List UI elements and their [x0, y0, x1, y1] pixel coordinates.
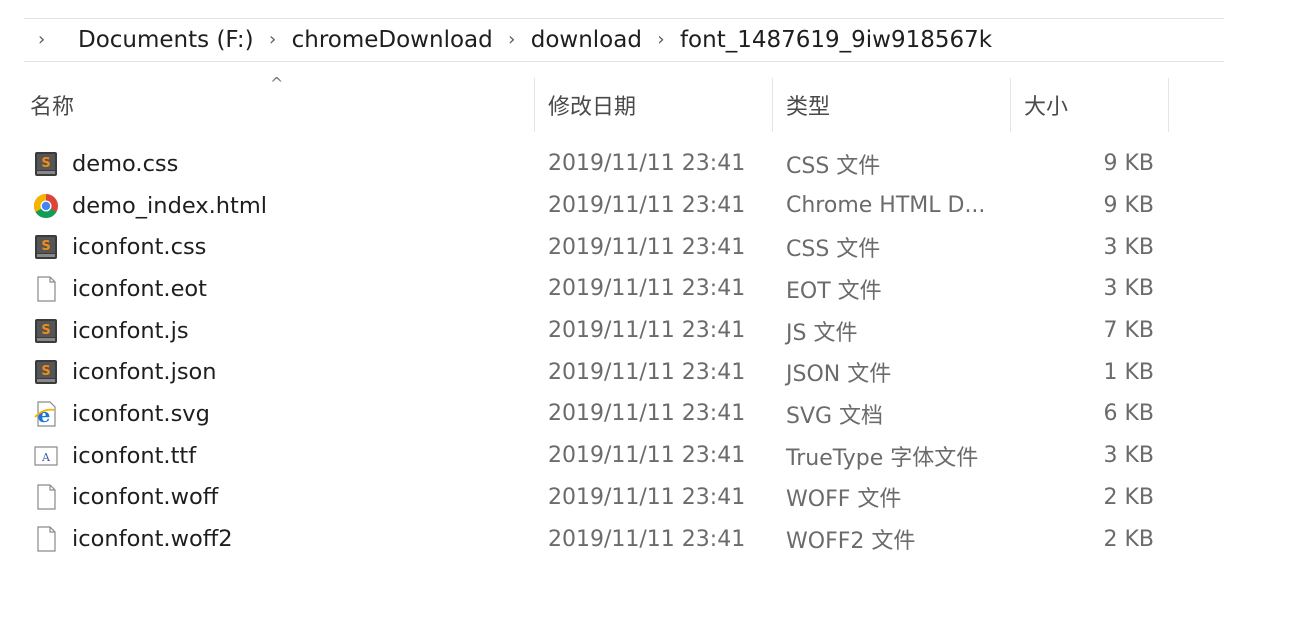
file-name: iconfont.svg	[72, 400, 210, 427]
file-row[interactable]: A iconfont.ttf 2019/11/11 23:41 TrueType…	[24, 435, 1174, 477]
column-divider[interactable]	[1168, 78, 1169, 132]
file-date: 2019/11/11 23:41	[548, 443, 746, 469]
file-name: iconfont.eot	[72, 275, 207, 302]
file-size: 9 KB	[1103, 193, 1154, 219]
file-date: 2019/11/11 23:41	[548, 484, 746, 510]
file-type: EOT 文件	[786, 278, 882, 304]
file-size: 6 KB	[1103, 401, 1154, 427]
file-name: demo.css	[72, 150, 179, 177]
chrome-icon	[33, 193, 58, 218]
chevron-right-icon[interactable]: ›	[258, 31, 288, 49]
column-header-date[interactable]: 修改日期	[542, 78, 772, 132]
file-row[interactable]: e iconfont.svg 2019/11/11 23:41 SVG 文档 6…	[24, 393, 1174, 435]
blank-file-icon	[37, 276, 56, 302]
file-size: 2 KB	[1103, 526, 1154, 552]
file-type: JS 文件	[786, 320, 858, 346]
breadcrumb: › Documents (F:) › chromeDownload › down…	[24, 18, 1224, 62]
file-name-cell: S demo.css	[32, 143, 178, 185]
svg-text:e: e	[38, 403, 51, 427]
breadcrumb-item-download[interactable]: download	[527, 27, 646, 53]
file-name-cell: S iconfont.js	[32, 310, 189, 352]
breadcrumb-item-drive[interactable]: Documents (F:)	[74, 27, 258, 53]
svg-text:S: S	[41, 239, 50, 254]
file-explorer: › Documents (F:) › chromeDownload › down…	[0, 0, 1294, 618]
file-size: 9 KB	[1103, 151, 1154, 177]
file-type: CSS 文件	[786, 153, 881, 179]
file-type: JSON 文件	[786, 362, 892, 388]
file-row[interactable]: demo_index.html 2019/11/11 23:41 Chrome …	[24, 185, 1174, 227]
file-date: 2019/11/11 23:41	[548, 318, 746, 344]
file-name: demo_index.html	[72, 192, 268, 219]
sublime-file-icon: S	[35, 360, 57, 385]
file-size: 3 KB	[1103, 276, 1154, 302]
file-name-cell: A iconfont.ttf	[32, 435, 196, 477]
file-size: 3 KB	[1103, 443, 1154, 469]
chevron-right-icon[interactable]: ›	[497, 31, 527, 49]
font-file-icon: A	[34, 446, 58, 466]
file-row[interactable]: iconfont.woff2 2019/11/11 23:41 WOFF2 文件…	[24, 518, 1174, 560]
file-type: TrueType 字体文件	[786, 445, 979, 471]
file-type: WOFF2 文件	[786, 529, 916, 555]
file-size: 7 KB	[1103, 318, 1154, 344]
file-type: CSS 文件	[786, 237, 881, 263]
file-size: 1 KB	[1103, 359, 1154, 385]
blank-file-icon	[37, 526, 56, 552]
file-row[interactable]: S iconfont.json 2019/11/11 23:41 JSON 文件…	[24, 351, 1174, 393]
file-name-cell: iconfont.woff2	[32, 518, 233, 560]
file-name: iconfont.woff	[72, 484, 219, 511]
file-name: iconfont.ttf	[72, 442, 197, 469]
file-name: iconfont.woff2	[72, 526, 233, 553]
file-row[interactable]: S iconfont.js 2019/11/11 23:41 JS 文件 7 K…	[24, 310, 1174, 352]
file-name-cell: iconfont.eot	[32, 268, 207, 310]
file-row[interactable]: S iconfont.css 2019/11/11 23:41 CSS 文件 3…	[24, 226, 1174, 268]
file-size: 2 KB	[1103, 484, 1154, 510]
file-row[interactable]: iconfont.woff 2019/11/11 23:41 WOFF 文件 2…	[24, 477, 1174, 519]
breadcrumb-item-current-folder[interactable]: font_1487619_9iw918567k	[676, 27, 996, 53]
column-divider[interactable]	[534, 78, 535, 132]
svg-text:S: S	[41, 364, 50, 379]
svg-text:S: S	[41, 323, 50, 338]
file-date: 2019/11/11 23:41	[548, 193, 746, 219]
column-divider[interactable]	[772, 78, 773, 132]
file-date: 2019/11/11 23:41	[548, 359, 746, 385]
column-header-size[interactable]: 大小	[1018, 78, 1168, 132]
svg-text:S: S	[41, 156, 50, 171]
ie-file-icon: e	[34, 401, 56, 427]
file-row[interactable]: iconfont.eot 2019/11/11 23:41 EOT 文件 3 K…	[24, 268, 1174, 310]
file-date: 2019/11/11 23:41	[548, 151, 746, 177]
file-name: iconfont.json	[72, 359, 217, 386]
file-date: 2019/11/11 23:41	[548, 276, 746, 302]
file-type: WOFF 文件	[786, 487, 902, 513]
file-name-cell: S iconfont.json	[32, 351, 217, 393]
blank-file-icon	[37, 484, 56, 510]
file-list: S demo.css 2019/11/11 23:41 CSS 文件 9 KB …	[24, 143, 1174, 560]
file-type: Chrome HTML D...	[786, 193, 986, 219]
file-name-cell: demo_index.html	[32, 185, 267, 227]
file-name-cell: S iconfont.css	[32, 226, 206, 268]
sublime-file-icon: S	[35, 318, 57, 343]
file-name: iconfont.js	[72, 317, 189, 344]
file-name: iconfont.css	[72, 234, 207, 261]
breadcrumb-item-chromedownload[interactable]: chromeDownload	[288, 27, 497, 53]
file-name-cell: e iconfont.svg	[32, 393, 210, 435]
column-header-type[interactable]: 类型	[780, 78, 1010, 132]
sublime-file-icon: S	[35, 151, 57, 176]
column-header-row: ^ 名称 修改日期 类型 大小	[24, 74, 1174, 132]
chevron-right-icon[interactable]: ›	[24, 31, 74, 49]
column-header-name[interactable]: 名称	[24, 78, 534, 132]
sublime-file-icon: S	[35, 235, 57, 260]
file-size: 3 KB	[1103, 234, 1154, 260]
column-divider[interactable]	[1010, 78, 1011, 132]
file-name-cell: iconfont.woff	[32, 477, 218, 519]
file-date: 2019/11/11 23:41	[548, 234, 746, 260]
file-date: 2019/11/11 23:41	[548, 526, 746, 552]
file-type: SVG 文档	[786, 403, 884, 429]
chevron-right-icon[interactable]: ›	[646, 31, 676, 49]
file-row[interactable]: S demo.css 2019/11/11 23:41 CSS 文件 9 KB	[24, 143, 1174, 185]
svg-text:A: A	[41, 451, 51, 464]
file-date: 2019/11/11 23:41	[548, 401, 746, 427]
